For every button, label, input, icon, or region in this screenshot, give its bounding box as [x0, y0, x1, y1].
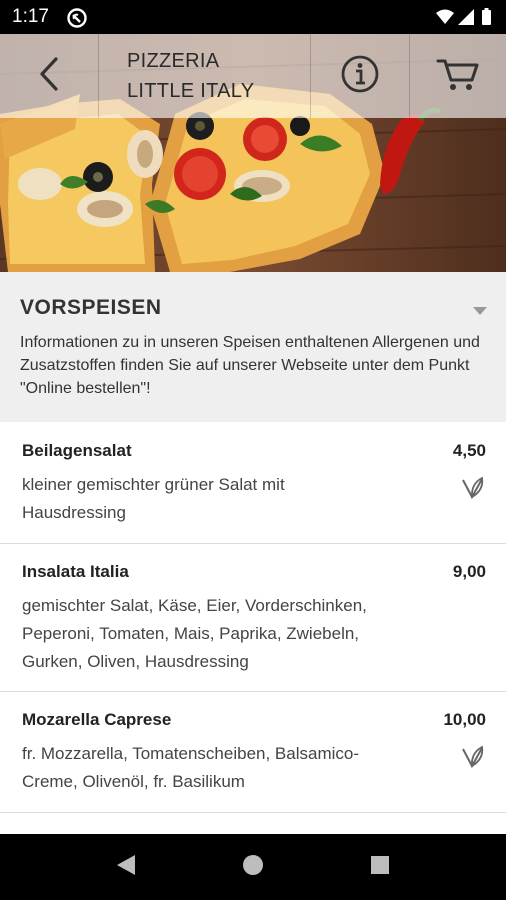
item-description: gemischter Salat, Käse, Eier, Vorderschi… [22, 592, 367, 676]
title-line-2: LITTLE ITALY [127, 80, 255, 102]
category-section-vorspeisen[interactable]: VORSPEISEN Informationen zu in unseren S… [0, 272, 506, 422]
item-description-line: Peperoni, Tomaten, Mais, Paprika, Zwiebe… [22, 624, 360, 643]
allergen-info-text: Informationen zu in unseren Speisen enth… [20, 334, 480, 397]
vegetarian-leaf-icon [460, 743, 486, 774]
item-description-line: fr. Mozzarella, Tomatenscheiben, Balsami… [22, 744, 360, 763]
status-time: 1:17 [12, 6, 49, 27]
wifi-icon [436, 9, 454, 24]
item-description-line: Hausdressing [22, 503, 126, 522]
nav-back-button[interactable] [86, 834, 166, 900]
item-description: kleiner gemischter grüner Salat mit Haus… [22, 471, 285, 527]
title-line-1: PIZZERIA [127, 50, 220, 72]
item-name: Insalata Italia [22, 562, 129, 581]
cart-button[interactable] [410, 34, 506, 118]
nav-home-circle-icon [242, 854, 264, 881]
info-icon [340, 54, 380, 99]
menu-item[interactable]: Beilagensalat 4,50 kleiner gemischter gr… [0, 423, 506, 544]
system-navigation-bar [0, 834, 506, 900]
item-price: 9,00 [452, 562, 486, 581]
item-description-line: Gurken, Oliven, Hausdressing [22, 652, 249, 671]
item-name: Mozarella Caprese [22, 710, 172, 729]
item-price: 4,50 [452, 441, 486, 460]
nav-home-button[interactable] [213, 834, 293, 900]
nav-back-triangle-icon [115, 853, 137, 882]
vegetarian-leaf-icon [460, 474, 486, 505]
item-description-line: kleiner gemischter grüner Salat mit [22, 475, 285, 494]
menu-item[interactable]: Mozarella Caprese 10,00 fr. Mozzarella, … [0, 692, 506, 813]
category-title: VORSPEISEN [20, 296, 162, 319]
item-description-line: Creme, Olivenöl, fr. Basilikum [22, 772, 245, 791]
item-description: fr. Mozzarella, Tomatenscheiben, Balsami… [22, 740, 359, 796]
notification-icon [66, 7, 88, 34]
back-button[interactable] [0, 34, 98, 118]
dropdown-triangle-icon[interactable] [472, 303, 488, 321]
menu-item[interactable]: Insalata Italia 9,00 gemischter Salat, K… [0, 544, 506, 692]
status-bar: 1:17 [0, 0, 506, 34]
top-app-bar: PIZZERIA LITTLE ITALY [0, 34, 506, 118]
battery-icon [482, 10, 491, 25]
system-status-icons [434, 7, 496, 34]
info-button[interactable] [311, 34, 409, 118]
item-name: Beilagensalat [22, 441, 132, 460]
restaurant-title: PIZZERIA LITTLE ITALY [127, 46, 307, 106]
item-price: 10,00 [443, 710, 486, 729]
divider [98, 34, 99, 118]
item-description-line: gemischter Salat, Käse, Eier, Vorderschi… [22, 596, 367, 615]
cart-icon [436, 55, 480, 98]
nav-recents-square-icon [370, 855, 390, 880]
nav-recents-button[interactable] [340, 834, 420, 900]
signal-icon [458, 9, 474, 25]
back-arrow-icon [37, 56, 61, 97]
